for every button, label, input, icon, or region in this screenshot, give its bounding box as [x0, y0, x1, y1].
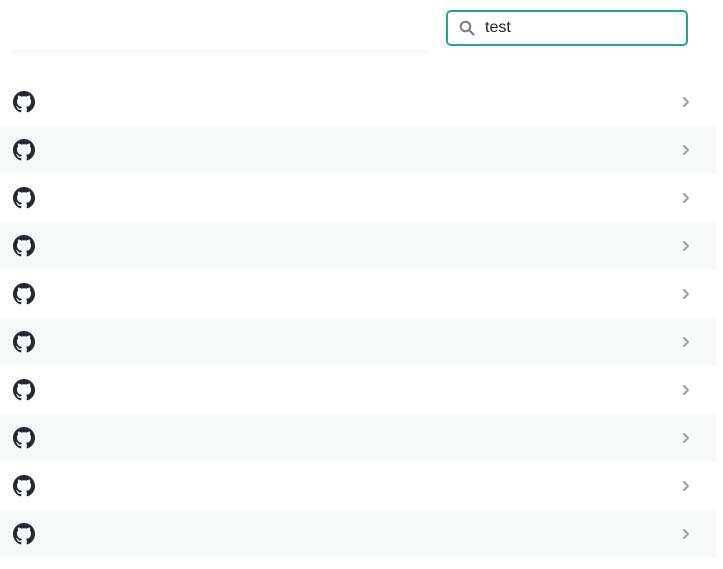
search-box[interactable] [446, 10, 688, 46]
repo-row[interactable] [0, 270, 716, 318]
repo-row[interactable] [0, 462, 716, 510]
github-icon [13, 379, 35, 401]
github-icon [13, 427, 35, 449]
github-icon [13, 475, 35, 497]
repo-row[interactable] [0, 414, 716, 462]
chevron-right-icon [681, 240, 691, 252]
github-icon [13, 139, 35, 161]
chevron-right-icon [681, 528, 691, 540]
github-icon [13, 91, 35, 113]
search-input[interactable] [485, 19, 675, 37]
search-icon [459, 20, 475, 36]
repo-row[interactable] [0, 126, 716, 174]
chevron-right-icon [681, 192, 691, 204]
tabs-underline [12, 51, 428, 52]
chevron-right-icon [681, 288, 691, 300]
github-icon [13, 523, 35, 545]
github-icon [13, 235, 35, 257]
repo-row[interactable] [0, 174, 716, 222]
repo-row[interactable] [0, 510, 716, 558]
repo-row[interactable] [0, 366, 716, 414]
chevron-right-icon [681, 432, 691, 444]
chevron-right-icon [681, 144, 691, 156]
chevron-right-icon [681, 480, 691, 492]
repo-row[interactable] [0, 78, 716, 126]
chevron-right-icon [681, 96, 691, 108]
chevron-right-icon [681, 384, 691, 396]
repo-row[interactable] [0, 318, 716, 366]
github-icon [13, 283, 35, 305]
chevron-right-icon [681, 336, 691, 348]
repo-row[interactable] [0, 222, 716, 270]
repository-list [0, 78, 716, 558]
github-icon [13, 187, 35, 209]
github-icon [13, 331, 35, 353]
